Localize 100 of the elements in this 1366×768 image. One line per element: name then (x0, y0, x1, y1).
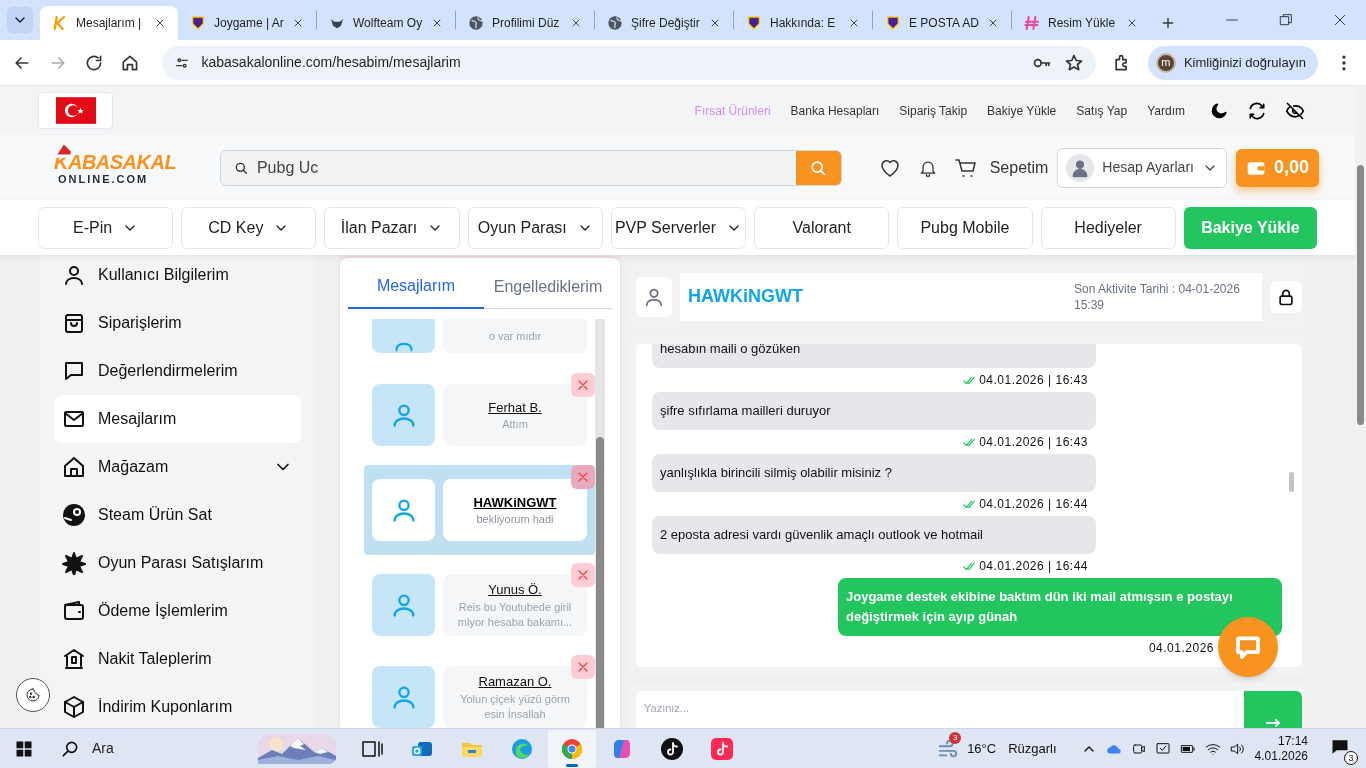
message-time: 04.01.2026 | 16:43 (979, 372, 1088, 389)
user-icon (62, 263, 86, 287)
contact-name[interactable]: Ferhat B. (488, 397, 542, 418)
sidebar-label: Siparişlerim (98, 313, 183, 333)
edge-icon (510, 736, 534, 761)
sidebar-item[interactable]: Ödeme İşlemlerim (54, 587, 301, 635)
browser-tab[interactable]: Resim Yükle (1012, 6, 1150, 40)
close-icon[interactable] (431, 17, 443, 29)
delete-button[interactable] (571, 563, 595, 587)
sidebar-item[interactable]: Nakit Taleplerim (54, 635, 301, 683)
windows-start-icon[interactable] (15, 739, 33, 758)
address-bar[interactable]: kabasakalonline.com/hesabim/mesajlarim (161, 45, 1097, 80)
close-icon[interactable] (987, 17, 999, 29)
new-tab-icon[interactable] (1160, 15, 1176, 31)
profile-button[interactable]: m Kimliğinizi doğrulayın (1147, 45, 1319, 80)
nav-button[interactable]: İlan Pazarı (324, 206, 460, 249)
search-bar[interactable]: Pubg Uc (219, 149, 842, 186)
sidebar-item[interactable]: İndirim Kuponlarım (54, 683, 301, 728)
nav-button[interactable]: E-Pin (38, 206, 174, 249)
site-logo[interactable]: KABASAKAL ONLINE.COM (54, 140, 182, 185)
double-check-icon (961, 374, 978, 386)
star-icon[interactable] (1064, 52, 1085, 73)
sidebar-label: Ödeme İşlemlerim (98, 601, 229, 621)
close-icon[interactable] (154, 17, 166, 29)
message-input[interactable]: Yazınız... (636, 691, 1244, 728)
message-time: 04.01.2026 | 16:44 (979, 496, 1088, 513)
scrollbar-thumb[interactable] (1357, 165, 1364, 425)
contact-name[interactable]: Ramazan O. (478, 672, 552, 692)
browser-tab[interactable]: Hakkında: E (734, 6, 872, 40)
browser-tab[interactable]: Mesajlarım | (40, 6, 178, 40)
profile-label: Kimliğinizi doğrulayın (1183, 53, 1307, 72)
restore-icon[interactable] (1278, 12, 1294, 28)
language-button[interactable] (38, 92, 113, 129)
top-link[interactable]: Yardım (1147, 101, 1185, 120)
top-link[interactable]: Satış Yap (1076, 101, 1128, 120)
browser-tab[interactable]: Profilimi Düz (456, 6, 594, 40)
avatar-initial: m (1155, 52, 1176, 73)
browser-tab[interactable]: Joygame | Ar (178, 6, 316, 40)
tab-title: Mesajlarım | (76, 15, 143, 32)
sidebar-item[interactable]: Oyun Parası Satışlarım (54, 539, 301, 587)
moon-icon[interactable] (1209, 100, 1229, 121)
browser-tab[interactable]: Şifre Değiştir (595, 6, 733, 40)
conversation-item[interactable]: Yunus Ö. Reis bu Youtubede giril mlyor hesaba bakamı... (364, 563, 595, 647)
send-arrow-icon (1263, 717, 1283, 728)
account-menu[interactable]: Hesap Ayarları (1057, 147, 1227, 188)
sidebar-item[interactable]: Siparişlerim (54, 299, 301, 347)
sidebar-item[interactable]: Mağazam (54, 443, 301, 491)
nav-button[interactable]: Oyun Parası (467, 206, 603, 249)
delete-button[interactable] (571, 373, 595, 397)
nav-button[interactable]: Valorant (754, 206, 890, 249)
delete-button[interactable] (571, 655, 595, 679)
eye-off-icon[interactable] (1285, 100, 1305, 121)
message-time: 04.01.2026 | 16:43 (979, 434, 1088, 451)
cart-link[interactable]: Sepetim (989, 155, 1049, 180)
message-bubble: Joygame destek ekibine baktım dün iki mail atmışsın e postayı değiştirmek için ayıp günah (838, 578, 1282, 636)
message-bubble: 2 eposta adresi vardı güvenlik amaçlı outlook ve hotmail (652, 516, 1096, 554)
close-icon[interactable] (1126, 17, 1138, 29)
refresh-icon[interactable] (1247, 100, 1267, 121)
close-icon[interactable] (1332, 12, 1348, 28)
search-field[interactable]: Pubg Uc (256, 155, 784, 180)
top-link[interactable]: Sipariş Takip (899, 101, 968, 120)
nav-button[interactable]: Pubg Mobile (897, 206, 1033, 249)
close-icon[interactable] (848, 17, 860, 29)
message-preview: Reis bu Youtubede giril mlyor hesaba bakamı... (456, 599, 574, 630)
cookie-icon (25, 687, 41, 703)
nav-button[interactable]: Hediyeler (1040, 206, 1176, 249)
sidebar-item[interactable]: Mesajlarım (54, 395, 301, 443)
browser-tab[interactable]: Wolfteam Oy (317, 6, 455, 40)
delete-button[interactable] (571, 465, 595, 489)
sidebar-label: İndirim Kuponlarım (98, 697, 234, 717)
notification-count: 3 (1344, 750, 1358, 765)
browser-tab[interactable]: E POSTA AD (873, 6, 1011, 40)
display-icon[interactable] (1154, 740, 1171, 757)
close-icon[interactable] (292, 17, 304, 29)
tab-title: Wolfteam Oy (353, 15, 423, 32)
sidebar-item[interactable]: Steam Ürün Sat (54, 491, 301, 539)
nav-button[interactable]: CD Key (181, 206, 317, 249)
contact-name[interactable]: Yunus Ö. (488, 580, 542, 600)
conversation-item[interactable]: HAWKiNGWT bekliyorum hadi (364, 465, 595, 555)
search-placeholder: Ara (92, 739, 115, 758)
cookie-button[interactable] (16, 678, 50, 712)
close-icon[interactable] (570, 17, 582, 29)
globe-icon (607, 15, 623, 31)
conversation-item[interactable]: Ferhat B. Attım (364, 373, 595, 457)
clock[interactable]: 17:14 4.01.2026 (1254, 733, 1308, 764)
conversation-tab[interactable]: Engellediklerim (484, 265, 612, 309)
message-preview: o var mıdır (488, 328, 542, 344)
contact-name[interactable]: HAWKiNGWT (473, 492, 557, 513)
sidebar-item[interactable]: Kullanıcı Bilgilerim (54, 255, 301, 299)
nav-button[interactable]: PVP Serverler (610, 206, 747, 249)
scrollbar-thumb[interactable] (596, 437, 604, 728)
conversation-tab[interactable]: Mesajlarım (348, 265, 484, 309)
tab-search-button[interactable] (7, 7, 33, 33)
tiktok-icon (660, 736, 684, 761)
top-link[interactable]: Banka Hesapları (790, 101, 880, 120)
close-icon[interactable] (709, 17, 721, 29)
lock-button[interactable] (1270, 280, 1302, 313)
sidebar-item[interactable]: Değerlendirmelerim (54, 347, 301, 395)
scrollbar-thumb[interactable] (1289, 472, 1294, 492)
top-link[interactable]: Bakiye Yükle (987, 101, 1057, 120)
